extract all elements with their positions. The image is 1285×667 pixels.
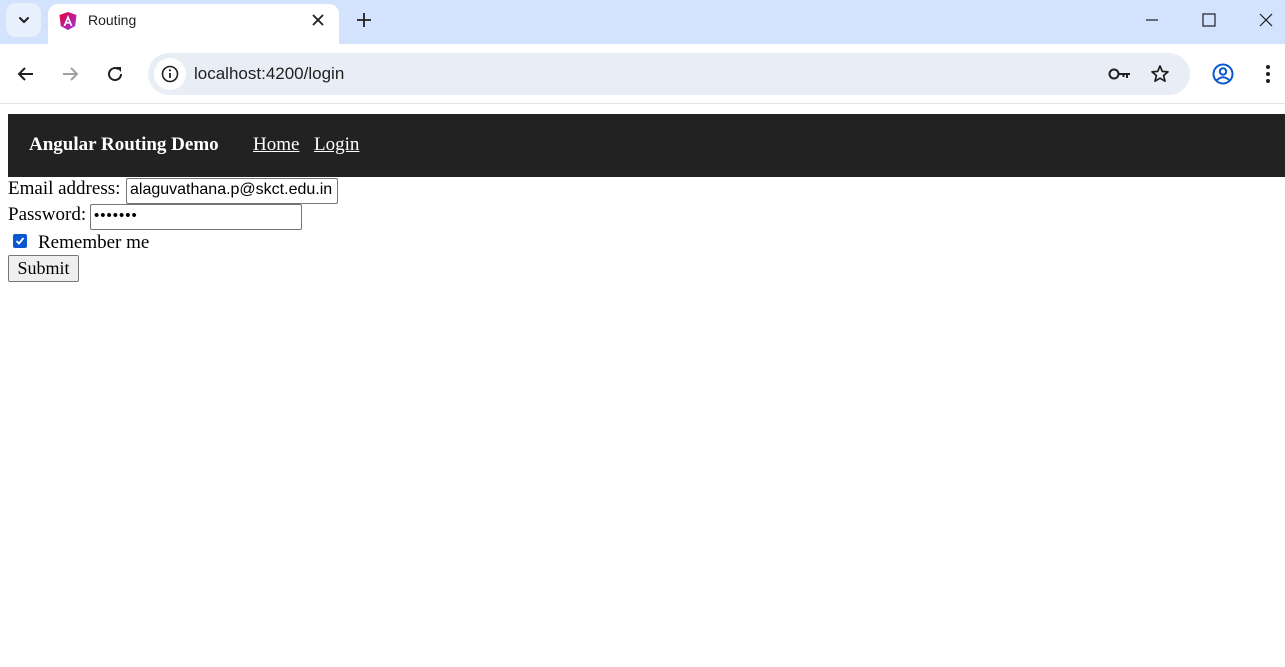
plus-icon (357, 13, 371, 27)
new-tab-button[interactable] (352, 8, 376, 32)
email-label: Email address: (8, 178, 121, 199)
password-label: Password: (8, 204, 87, 225)
menu-button[interactable] (1252, 58, 1284, 90)
remember-row: Remember me (38, 232, 149, 254)
remember-me-checkbox[interactable] (13, 234, 27, 248)
browser-tab-strip: Routing (0, 0, 1285, 44)
password-row: Password: (8, 204, 86, 226)
nav-link-login[interactable]: Login (314, 134, 359, 156)
tab-search-button[interactable] (6, 3, 41, 37)
email-row: Email address: (8, 178, 120, 200)
angular-favicon-icon (59, 12, 77, 30)
arrow-left-icon (17, 67, 33, 81)
submit-button[interactable]: Submit (8, 255, 79, 282)
key-icon (1108, 68, 1130, 80)
profile-button[interactable] (1207, 58, 1239, 90)
app-navbar: Angular Routing Demo Home Login (8, 114, 1285, 177)
maximize-button[interactable] (1194, 6, 1224, 34)
account-circle-icon (1212, 63, 1234, 85)
forward-button[interactable] (54, 58, 86, 90)
address-bar[interactable]: localhost:4200/login (148, 53, 1190, 95)
browser-toolbar: localhost:4200/login (0, 44, 1285, 104)
bookmark-button[interactable] (1148, 62, 1172, 86)
email-field[interactable]: alaguvathana.p@skct.edu.in (126, 178, 338, 204)
close-icon (312, 14, 324, 26)
info-icon (161, 65, 179, 83)
minimize-button[interactable] (1137, 6, 1167, 34)
browser-tab[interactable]: Routing (48, 4, 339, 44)
reload-button[interactable] (99, 58, 131, 90)
back-button[interactable] (10, 58, 42, 90)
reload-icon (108, 67, 123, 82)
close-icon (1259, 13, 1273, 27)
star-icon (1151, 65, 1169, 83)
arrow-right-icon (63, 67, 79, 81)
tab-title: Routing (88, 12, 137, 28)
password-manager-button[interactable] (1108, 62, 1132, 86)
url-text: localhost:4200/login (194, 64, 345, 83)
more-vert-icon (1266, 65, 1270, 83)
chevron-down-icon (18, 17, 29, 23)
app-brand: Angular Routing Demo (29, 134, 219, 155)
site-info-button[interactable] (154, 58, 186, 90)
password-field[interactable]: ••••••• (90, 204, 302, 230)
minimize-icon (1146, 19, 1158, 21)
checkmark-icon (15, 237, 25, 245)
remember-me-label: Remember me (38, 232, 150, 253)
tab-close-button[interactable] (308, 10, 328, 30)
maximize-icon (1202, 13, 1216, 27)
close-window-button[interactable] (1251, 6, 1281, 34)
nav-link-home[interactable]: Home (253, 134, 299, 156)
